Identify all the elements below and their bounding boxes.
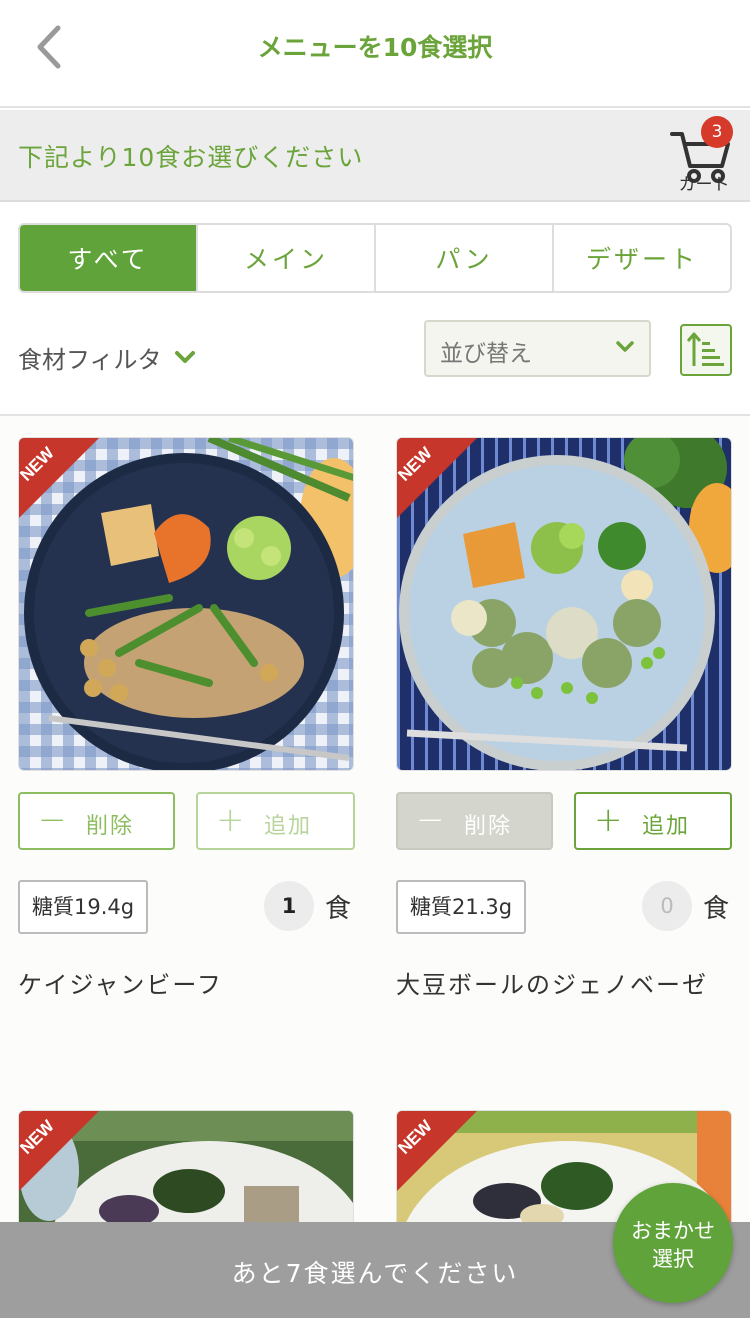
ingredient-filter-toggle[interactable]: 食材フィルタ [18, 340, 196, 375]
instruction-text: 下記より10食お選びください [18, 143, 364, 172]
new-ribbon-badge: NEW [19, 438, 99, 518]
header-bar: メニューを10食選択 [0, 0, 750, 108]
instruction-bar: 下記より10食お選びください [0, 110, 750, 202]
remove-label: 削除 [464, 814, 513, 839]
tab-main[interactable]: メイン [196, 225, 374, 291]
product-card: NEW − 削除 + 追加 糖質19.4g 1 食 ケイジャンビーフ [18, 437, 355, 1077]
quantity-count: 1 [264, 881, 314, 931]
plus-icon: + [216, 800, 245, 840]
carb-badge: 糖質21.3g [396, 880, 527, 934]
sort-order-button[interactable] [680, 324, 732, 376]
sort-select-label: 並び替え [440, 341, 532, 367]
chevron-down-icon [174, 350, 195, 363]
add-button[interactable]: + 追加 [574, 792, 732, 850]
remove-button[interactable]: − 削除 [18, 792, 175, 850]
add-label: 追加 [642, 814, 691, 839]
add-label: 追加 [264, 814, 313, 839]
quantity-unit: 食 [325, 894, 352, 924]
minus-icon: − [416, 800, 445, 840]
sort-ascending-icon [686, 332, 724, 366]
carb-badge: 糖質19.4g [18, 880, 149, 934]
auto-select-label-2: 選択 [652, 1247, 694, 1271]
auto-select-label-1: おまかせ [631, 1219, 715, 1243]
product-image[interactable]: NEW [396, 437, 732, 771]
cart-count-badge: 3 [701, 116, 733, 148]
product-name[interactable]: ケイジャンビーフ [18, 964, 354, 1006]
new-ribbon-badge: NEW [397, 438, 477, 518]
quantity-unit: 食 [703, 894, 730, 924]
product-image[interactable]: NEW [18, 437, 354, 771]
new-ribbon-badge: NEW [397, 1111, 477, 1191]
tab-all[interactable]: すべて [20, 225, 196, 291]
sort-select[interactable]: 並び替え [424, 320, 651, 377]
product-card: NEW [18, 1110, 354, 1222]
auto-select-button[interactable]: おまかせ 選択 [613, 1183, 733, 1303]
ingredient-filter-label: 食材フィルタ [18, 346, 162, 374]
cart-label[interactable]: カート [672, 170, 736, 195]
add-button[interactable]: + 追加 [196, 792, 355, 850]
minus-icon: − [38, 800, 67, 840]
remove-label: 削除 [86, 814, 135, 839]
product-card: NEW − 削除 + 追加 糖質21.3g 0 食 大豆ボールのジェノベーゼ [396, 437, 732, 1077]
quantity-count: 0 [642, 881, 692, 931]
chevron-down-icon [616, 341, 634, 352]
plus-icon: + [594, 800, 623, 840]
tab-dessert[interactable]: デザート [552, 225, 730, 291]
product-name[interactable]: 大豆ボールのジェノベーゼ [396, 964, 732, 1006]
tab-bread[interactable]: パン [374, 225, 552, 291]
category-tabs: すべて メイン パン デザート [18, 223, 732, 293]
product-image[interactable]: NEW [18, 1110, 354, 1222]
remove-button[interactable]: − 削除 [396, 792, 553, 850]
new-ribbon-badge: NEW [19, 1111, 99, 1191]
page-title: メニューを10食選択 [257, 33, 493, 62]
